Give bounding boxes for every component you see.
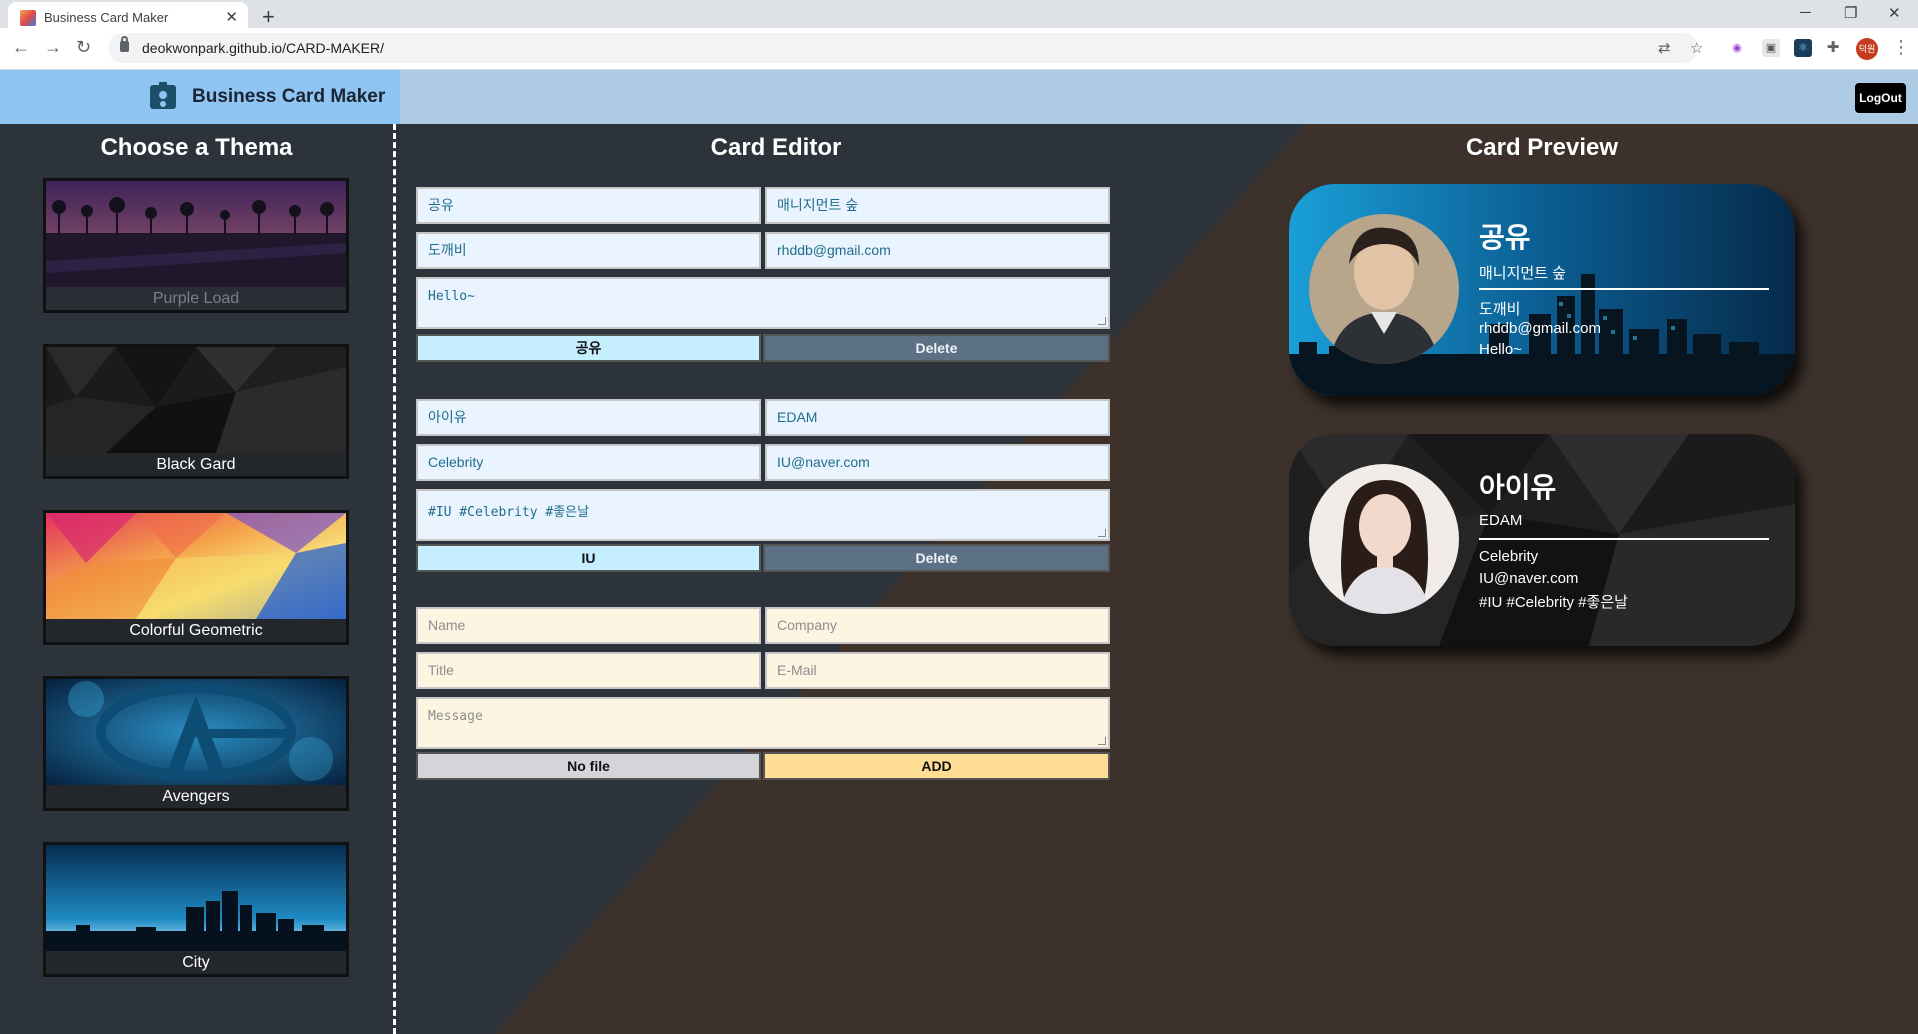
theme-label: Avengers (46, 785, 346, 808)
theme-label: Colorful Geometric (46, 619, 346, 642)
extension-cast-icon[interactable]: ◉ (1728, 39, 1746, 57)
name-field[interactable]: 아이유 (416, 399, 761, 436)
lock-icon (120, 36, 129, 52)
message-placeholder: Message (428, 709, 483, 724)
file-button[interactable]: 공유 (416, 334, 761, 362)
bookmark-star-icon[interactable]: ☆ (1690, 39, 1703, 57)
preview-title: Card Preview (1465, 134, 1619, 161)
black-gard-thumbnail (46, 347, 346, 453)
window-close-icon[interactable]: ✕ (1888, 4, 1901, 22)
theme-sidebar: Choose a Thema Purple Load Black Gard Co… (0, 124, 393, 1034)
card-title: 도깨비 (1479, 301, 1521, 318)
extensions-puzzle-icon[interactable]: ✚ (1824, 39, 1842, 57)
extension-react-icon[interactable]: ⚛ (1794, 39, 1812, 57)
resize-grip-icon[interactable] (1098, 529, 1106, 537)
avatar (1309, 464, 1459, 614)
profile-photo (1309, 464, 1459, 614)
address-bar[interactable]: deokwonpark.github.io/CARD-MAKER/ ⇄ ☆ (108, 33, 1703, 63)
themes-title: Choose a Thema (100, 134, 293, 161)
delete-button[interactable]: Delete (763, 544, 1110, 572)
card-company: EDAM (1479, 512, 1523, 529)
profile-avatar[interactable]: 덕원 (1856, 38, 1878, 60)
message-text: Hello~ (428, 289, 475, 304)
title-input[interactable]: Title (416, 652, 761, 689)
card-email: IU@naver.com (1479, 570, 1579, 587)
resize-grip-icon[interactable] (1098, 317, 1106, 325)
minimize-icon[interactable]: ─ (1800, 4, 1811, 21)
card-divider (1479, 538, 1769, 540)
no-file-button[interactable]: No file (416, 752, 761, 780)
preview-card-city: 공유 매니지먼트 숲 도깨비 rhddb@gmail.com Hello~ (1289, 184, 1795, 396)
colorful-geometric-thumbnail (46, 513, 346, 619)
avengers-thumbnail (46, 679, 346, 785)
company-field[interactable]: 매니지먼트 숲 (765, 187, 1110, 224)
theme-label: City (46, 951, 346, 974)
card-name: 공유 (1479, 222, 1531, 253)
card-company: 매니지먼트 숲 (1479, 265, 1566, 282)
title-field[interactable]: Celebrity (416, 444, 761, 481)
url-text: deokwonpark.github.io/CARD-MAKER/ (142, 40, 384, 56)
email-field[interactable]: IU@naver.com (765, 444, 1110, 481)
delete-button[interactable]: Delete (763, 334, 1110, 362)
theme-avengers[interactable]: Avengers (43, 676, 349, 811)
card-divider (1479, 288, 1769, 290)
message-input[interactable]: Message (416, 697, 1110, 749)
panel-divider (393, 124, 396, 1034)
avatar (1309, 214, 1459, 364)
card-email: rhddb@gmail.com (1479, 320, 1601, 337)
id-card-icon (150, 82, 176, 109)
browser-toolbar: ← → ↻ deokwonpark.github.io/CARD-MAKER/ … (0, 28, 1918, 70)
reload-icon[interactable]: ↻ (76, 37, 91, 58)
add-button[interactable]: ADD (763, 752, 1110, 780)
translate-icon[interactable]: ⇄ (1658, 39, 1671, 57)
restore-icon[interactable]: ❐ (1844, 4, 1857, 22)
card-message: Hello~ (1479, 341, 1522, 358)
theme-label: Purple Load (46, 287, 346, 310)
resize-grip-icon[interactable] (1098, 737, 1106, 745)
header-bar (400, 70, 1918, 124)
name-input[interactable]: Name (416, 607, 761, 644)
company-input[interactable]: Company (765, 607, 1110, 644)
tab-title: Business Card Maker (44, 10, 169, 25)
card-title: Celebrity (1479, 548, 1539, 565)
browser-menu-icon[interactable]: ⋮ (1892, 37, 1910, 58)
profile-photo (1309, 214, 1459, 364)
message-textarea[interactable]: #IU #Celebrity #좋은날 (416, 489, 1110, 541)
city-thumbnail (46, 845, 346, 951)
purple-load-thumbnail (46, 181, 346, 287)
theme-black-gard[interactable]: Black Gard (43, 344, 349, 479)
back-icon[interactable]: ← (12, 37, 30, 58)
company-field[interactable]: EDAM (765, 399, 1110, 436)
logout-button[interactable]: LogOut (1855, 83, 1906, 113)
card-message: #IU #Celebrity #좋은날 (1479, 594, 1628, 611)
editor-title: Card Editor (710, 134, 842, 161)
theme-label: Black Gard (46, 453, 346, 476)
card-name: 아이유 (1479, 472, 1557, 503)
new-tab-icon[interactable]: + (262, 4, 275, 30)
name-field[interactable]: 공유 (416, 187, 761, 224)
main-content: Choose a Thema Purple Load Black Gard Co… (0, 124, 1918, 1034)
title-field[interactable]: 도깨비 (416, 232, 761, 269)
message-textarea[interactable]: Hello~ (416, 277, 1110, 329)
forward-icon[interactable]: → (44, 37, 62, 58)
close-tab-icon[interactable]: ✕ (225, 8, 238, 26)
message-text: #IU #Celebrity #좋은날 (428, 505, 590, 520)
brand: Business Card Maker (0, 70, 400, 124)
preview-card-black: 아이유 EDAM Celebrity IU@naver.com #IU #Cel… (1289, 434, 1795, 646)
theme-colorful-geometric[interactable]: Colorful Geometric (43, 510, 349, 645)
theme-purple-load[interactable]: Purple Load (43, 178, 349, 313)
browser-tabstrip: Business Card Maker ✕ + ─ ❐ ✕ (0, 0, 1918, 32)
app-header: Business Card Maker LogOut (0, 70, 1918, 124)
file-button[interactable]: IU (416, 544, 761, 572)
extension-window-icon[interactable]: ▣ (1762, 39, 1780, 57)
theme-city[interactable]: City (43, 842, 349, 977)
email-field[interactable]: rhddb@gmail.com (765, 232, 1110, 269)
app-title: Business Card Maker (192, 86, 386, 107)
favicon-icon (20, 10, 36, 26)
email-input[interactable]: E-Mail (765, 652, 1110, 689)
